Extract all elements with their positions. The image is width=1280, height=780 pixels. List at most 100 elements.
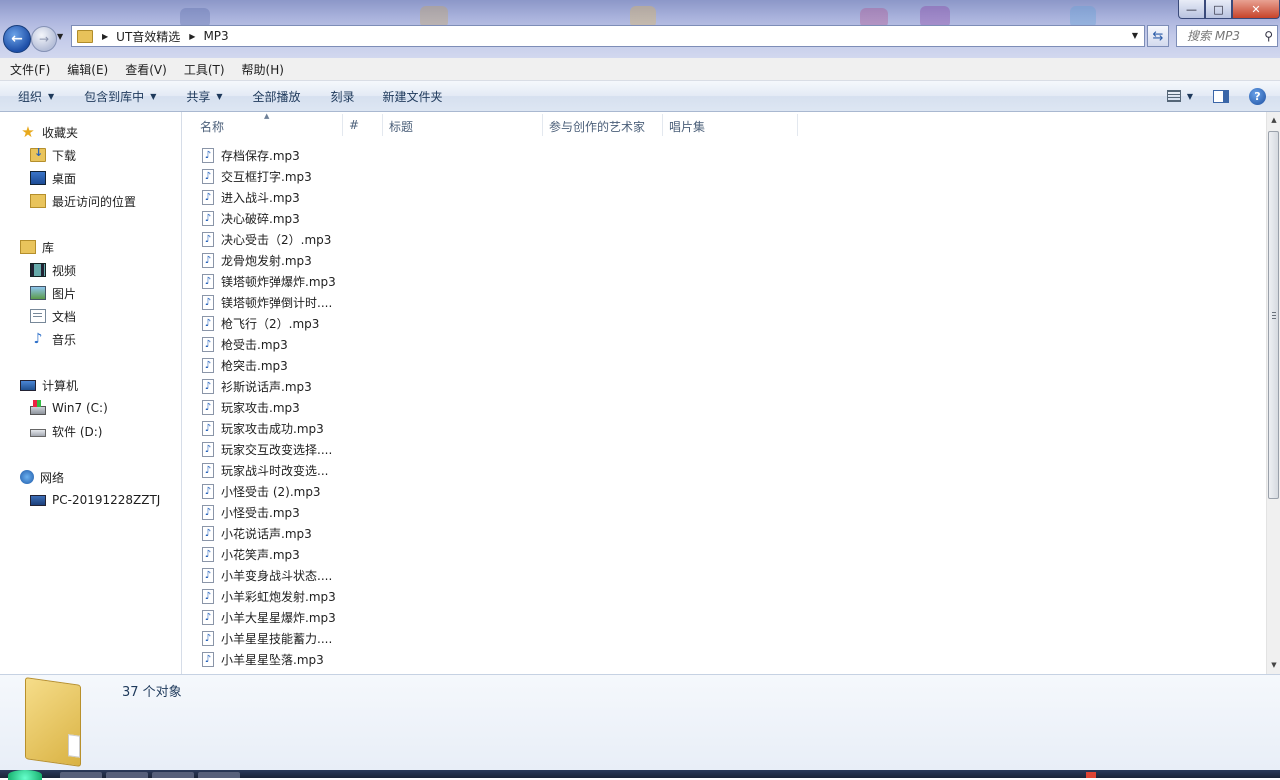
nav-pc-label: PC-20191228ZZTJ <box>52 493 161 507</box>
forward-button[interactable]: → <box>31 26 57 52</box>
file-item[interactable]: ♪ 小羊大星星爆炸.mp3 <box>202 607 336 627</box>
share-button[interactable]: 共享 ▼ <box>186 88 222 105</box>
address-dropdown-icon[interactable]: ▼ <box>1132 31 1138 40</box>
file-item[interactable]: ♪ 决心受击（2）.mp3 <box>202 229 331 249</box>
file-item[interactable]: ♪ 小怪受击 (2).mp3 <box>202 481 321 501</box>
chevron-right-icon[interactable]: ▶ <box>189 32 195 41</box>
file-name: 玩家战斗时改变选... <box>221 463 329 478</box>
chevron-right-icon[interactable]: ▶ <box>102 32 108 41</box>
scroll-down-icon[interactable]: ▼ <box>1267 657 1280 674</box>
file-item[interactable]: ♪ 交互框打字.mp3 <box>202 166 312 186</box>
column-album[interactable]: 唱片集 <box>669 118 705 135</box>
refresh-button[interactable]: ⇆ <box>1147 25 1169 47</box>
column-divider[interactable] <box>342 114 343 136</box>
nav-favorites[interactable]: ★ 收藏夹 <box>20 122 78 142</box>
nav-videos[interactable]: 视频 <box>30 260 76 280</box>
chevron-down-icon[interactable]: ▼ <box>1187 92 1193 101</box>
help-icon[interactable]: ? <box>1249 87 1266 105</box>
organize-button[interactable]: 组织 ▼ <box>18 88 54 105</box>
file-item[interactable]: ♪ 小羊彩虹炮发射.mp3 <box>202 586 336 606</box>
file-item[interactable]: ♪ 玩家攻击.mp3 <box>202 397 300 417</box>
file-item[interactable]: ♪ 小怪受击.mp3 <box>202 502 300 522</box>
preview-pane-icon[interactable] <box>1213 89 1229 103</box>
nav-network-label: 网络 <box>40 470 65 485</box>
file-item[interactable]: ♪ 玩家攻击成功.mp3 <box>202 418 324 438</box>
burn-button[interactable]: 刻录 <box>331 88 355 105</box>
nav-computer[interactable]: 计算机 <box>20 375 78 395</box>
back-button[interactable]: ← <box>3 25 31 53</box>
audio-file-icon: ♪ <box>202 336 214 352</box>
maximize-button[interactable]: □ <box>1205 0 1232 19</box>
file-item[interactable]: ♪ 枪突击.mp3 <box>202 355 288 375</box>
column-divider[interactable] <box>662 114 663 136</box>
file-item[interactable]: ♪ 小羊星星技能蓄力.... <box>202 628 332 648</box>
nav-downloads[interactable]: 下载 <box>30 145 76 165</box>
nav-documents[interactable]: 文档 <box>30 306 76 326</box>
scroll-thumb[interactable] <box>1268 131 1279 499</box>
breadcrumb-ut[interactable]: UT音效精选 <box>116 28 180 45</box>
play-all-button[interactable]: 全部播放 <box>253 88 301 105</box>
scroll-up-icon[interactable]: ▲ <box>1267 112 1280 129</box>
file-name: 龙骨炮发射.mp3 <box>221 253 312 268</box>
file-item[interactable]: ♪ 小花说话声.mp3 <box>202 523 312 543</box>
taskbar-button[interactable] <box>152 772 194 778</box>
file-item[interactable]: ♪ 枪受击.mp3 <box>202 334 288 354</box>
file-item[interactable]: ♪ 龙骨炮发射.mp3 <box>202 250 312 270</box>
nav-drive-d[interactable]: 软件 (D:) <box>30 421 102 441</box>
file-item[interactable]: ♪ 存档保存.mp3 <box>202 145 300 165</box>
file-item[interactable]: ♪ 进入战斗.mp3 <box>202 187 300 207</box>
vertical-scrollbar[interactable]: ▲ ▼ <box>1266 112 1280 674</box>
recent-pages-dropdown[interactable]: ▼ <box>57 32 63 41</box>
nav-network[interactable]: 网络 <box>20 467 64 487</box>
search-input[interactable] <box>1185 28 1267 44</box>
search-icon[interactable]: ⚲ <box>1264 29 1273 43</box>
menu-tools[interactable]: 工具(T) <box>177 61 232 78</box>
address-bar[interactable]: ▶ UT音效精选 ▶ MP3 ▼ <box>71 25 1145 47</box>
column-divider[interactable] <box>797 114 798 136</box>
taskbar-button[interactable] <box>60 772 102 778</box>
file-item[interactable]: ♪ 小花笑声.mp3 <box>202 544 300 564</box>
nav-pictures[interactable]: 图片 <box>30 283 76 303</box>
file-item[interactable]: ♪ 镁塔顿炸弹倒计时.... <box>202 292 332 312</box>
file-name: 小花笑声.mp3 <box>221 547 300 562</box>
column-divider[interactable] <box>382 114 383 136</box>
column-title[interactable]: 标题 <box>389 118 413 135</box>
breadcrumb-mp3[interactable]: MP3 <box>203 29 228 43</box>
close-button[interactable]: ✕ <box>1232 0 1280 19</box>
column-divider[interactable] <box>542 114 543 136</box>
nav-recent[interactable]: 最近访问的位置 <box>30 191 136 211</box>
menu-view[interactable]: 查看(V) <box>118 61 174 78</box>
file-item[interactable]: ♪ 小羊变身战斗状态.... <box>202 565 332 585</box>
nav-pc[interactable]: PC-20191228ZZTJ <box>30 490 160 510</box>
file-item[interactable]: ♪ 镁塔顿炸弹爆炸.mp3 <box>202 271 336 291</box>
nav-drive-c[interactable]: Win7 (C:) <box>30 398 108 418</box>
column-number[interactable]: # <box>349 118 359 132</box>
taskbar-button[interactable] <box>106 772 148 778</box>
file-item[interactable]: ♪ 小羊星星坠落.mp3 <box>202 649 324 669</box>
nav-music[interactable]: ♪ 音乐 <box>30 329 76 349</box>
minimize-button[interactable]: — <box>1178 0 1205 19</box>
column-name[interactable]: 名称 <box>200 118 224 135</box>
file-item[interactable]: ♪ 玩家交互改变选择.... <box>202 439 332 459</box>
pc-icon <box>30 494 46 506</box>
menu-file[interactable]: 文件(F) <box>3 61 57 78</box>
include-library-button[interactable]: 包含到库中 ▼ <box>84 88 156 105</box>
search-box[interactable]: ⚲ <box>1176 25 1278 47</box>
audio-file-icon: ♪ <box>202 399 214 415</box>
file-item[interactable]: ♪ 玩家战斗时改变选... <box>202 460 328 480</box>
file-item[interactable]: ♪ 决心破碎.mp3 <box>202 208 300 228</box>
view-options-icon[interactable] <box>1166 90 1181 102</box>
new-folder-button[interactable]: 新建文件夹 <box>383 88 443 105</box>
menu-edit[interactable]: 编辑(E) <box>60 61 115 78</box>
tray-icon[interactable] <box>1086 772 1096 778</box>
menu-help[interactable]: 帮助(H) <box>235 61 291 78</box>
nav-libraries[interactable]: 库 <box>20 237 54 257</box>
start-orb-icon[interactable] <box>8 770 42 780</box>
taskbar-button[interactable] <box>198 772 240 778</box>
file-name: 玩家攻击成功.mp3 <box>221 421 324 436</box>
file-item[interactable]: ♪ 衫斯说话声.mp3 <box>202 376 312 396</box>
column-artist[interactable]: 参与创作的艺术家 <box>549 118 645 135</box>
nav-desktop[interactable]: 桌面 <box>30 168 76 188</box>
file-item[interactable]: ♪ 枪飞行（2）.mp3 <box>202 313 319 333</box>
audio-file-icon: ♪ <box>202 546 214 562</box>
